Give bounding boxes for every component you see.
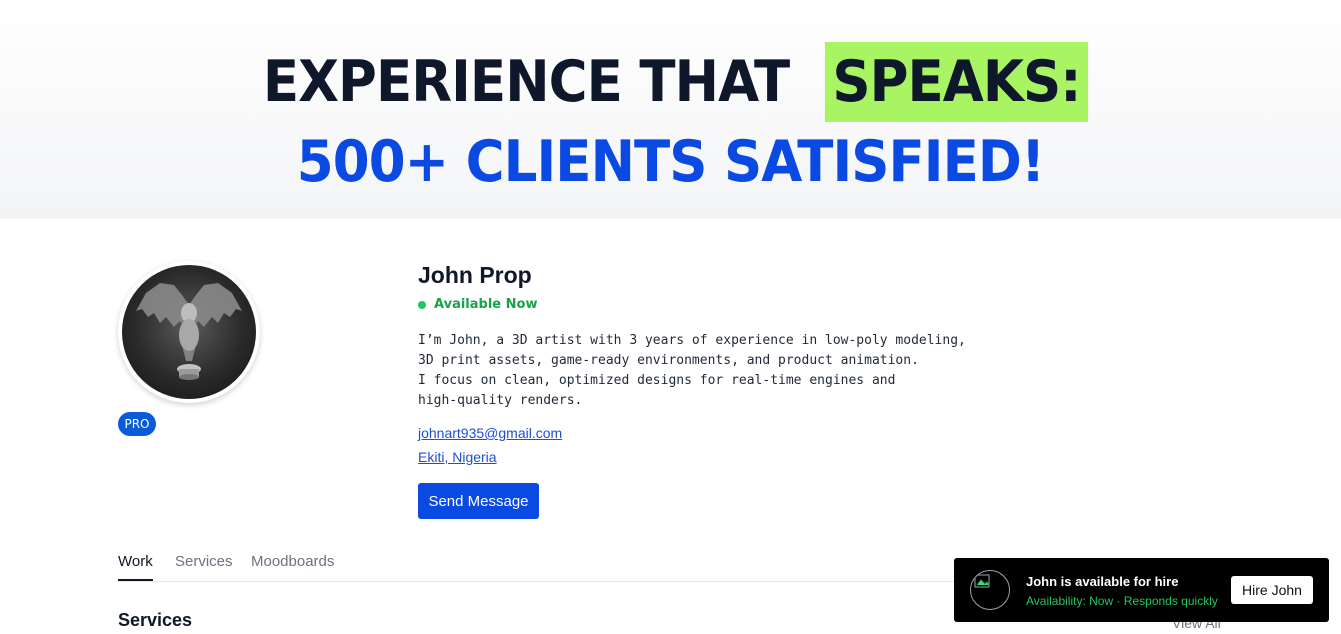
hero-headline-line2: 500+ CLIENTS SATISFIED!	[296, 129, 1045, 195]
profile-bio: I’m John, a 3D artist with 3 years of ex…	[418, 333, 966, 408]
pro-badge: PRO	[118, 412, 156, 436]
hero-headline-highlight: SPEAKS:	[824, 42, 1088, 122]
hero-headline-prefix: EXPERIENCE THAT	[263, 49, 790, 115]
hire-card-title: John is available for hire	[1026, 574, 1179, 589]
profile-avatar	[118, 261, 260, 403]
status-dot-icon	[418, 300, 426, 309]
hire-card-subtitle: Availability: Now · Responds quickly	[1026, 594, 1218, 608]
tab-moodboards[interactable]: Moodboards	[251, 553, 334, 581]
profile-name: John Prop	[418, 262, 532, 288]
availability-status: Available Now	[418, 297, 537, 312]
tab-work[interactable]: Work	[118, 553, 153, 581]
broken-image-icon	[970, 570, 1010, 610]
send-message-button[interactable]: Send Message	[418, 483, 539, 519]
hero-headline-line1: EXPERIENCE THAT SPEAKS:	[0, 42, 1341, 122]
availability-label: Available Now	[434, 297, 538, 312]
gargoyle-statue-image	[122, 265, 256, 399]
email-link[interactable]: johnart935@gmail.com	[418, 425, 562, 441]
hero-banner: EXPERIENCE THAT SPEAKS: 500+ CLIENTS SAT…	[0, 0, 1341, 219]
location-link[interactable]: Ekiti, Nigeria	[418, 449, 497, 465]
services-section-title: Services	[118, 610, 193, 630]
hire-availability-card: John is available for hire Availability:…	[954, 558, 1329, 622]
tab-services[interactable]: Services	[175, 553, 233, 581]
hire-john-button[interactable]: Hire John	[1231, 576, 1313, 604]
